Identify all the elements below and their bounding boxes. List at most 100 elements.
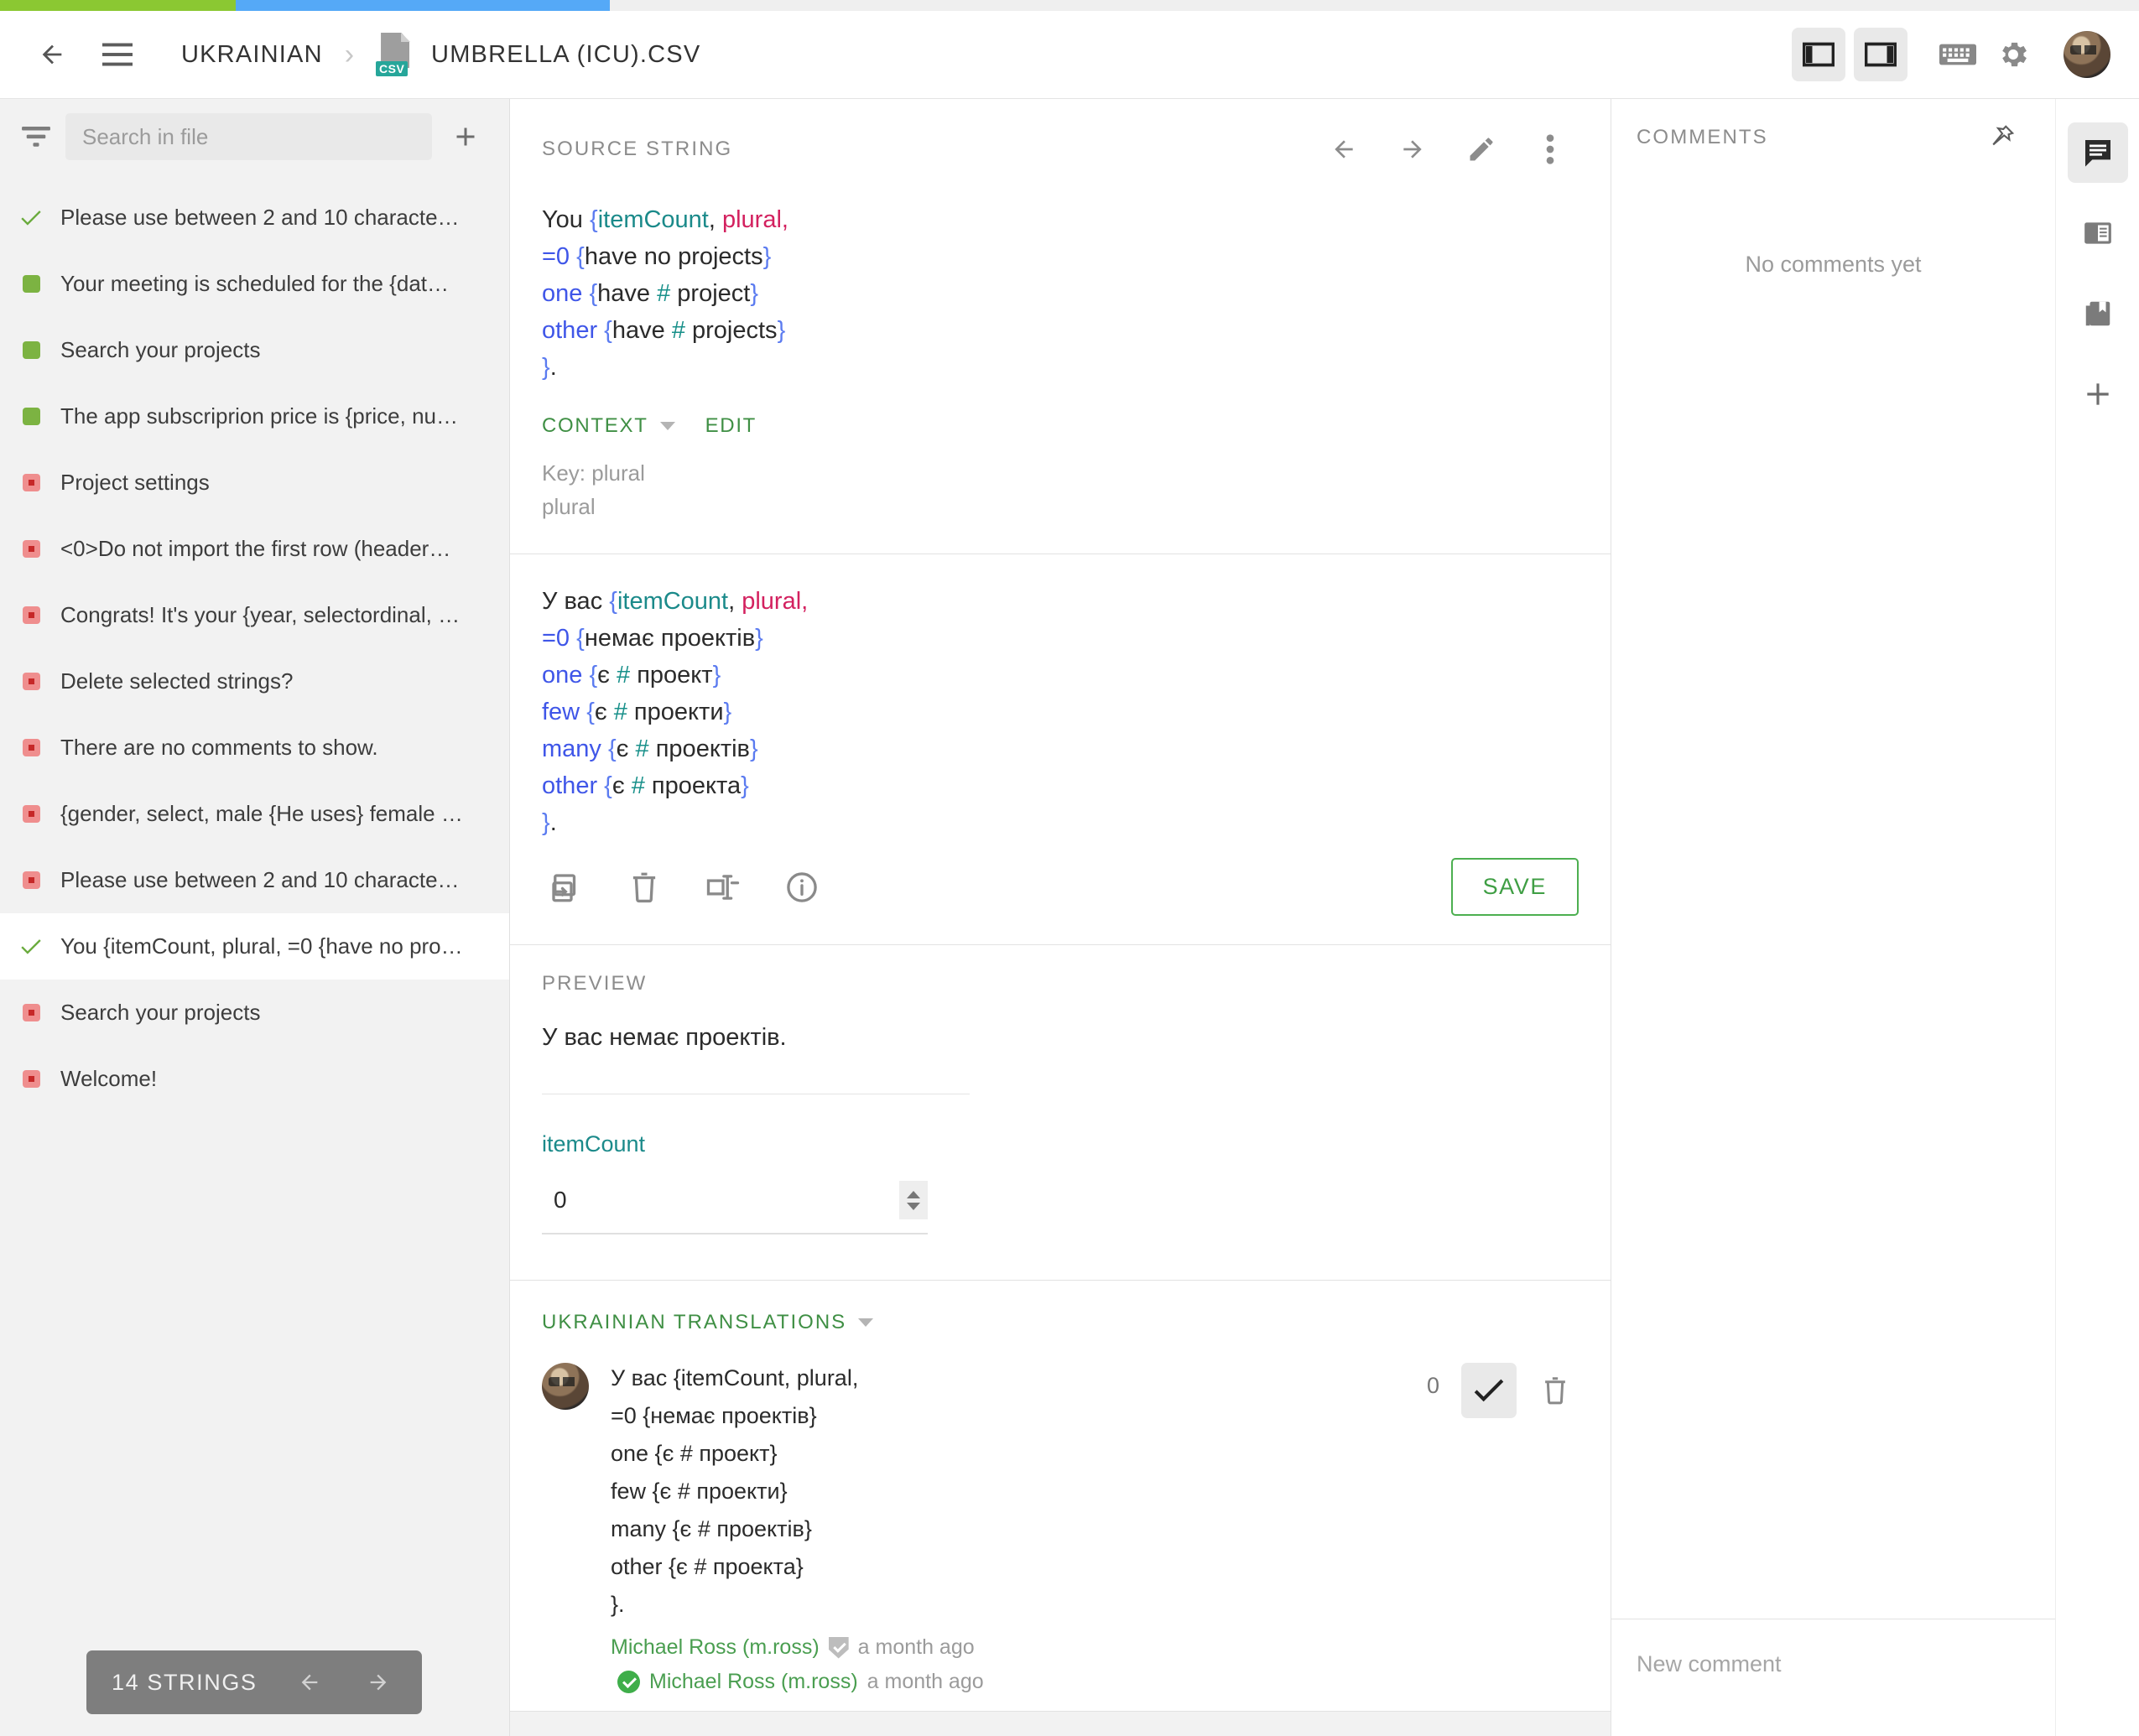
chevron-down-icon[interactable] (907, 1202, 920, 1210)
keyboard-shortcuts-button[interactable] (1934, 31, 1981, 78)
reference-panel-icon (2082, 217, 2114, 249)
chevron-down-icon[interactable] (858, 1318, 874, 1327)
new-comment-area[interactable] (1611, 1619, 2055, 1736)
status-untranslated-badge (20, 606, 42, 624)
icu-token: { (576, 243, 585, 270)
source-more-menu-button[interactable] (1527, 126, 1574, 173)
clear-translation-button[interactable] (621, 864, 668, 911)
translation-tools (542, 864, 1451, 911)
strings-pager[interactable]: 14 STRINGS (86, 1650, 422, 1714)
context-edit-button[interactable]: EDIT (705, 414, 757, 438)
search-input[interactable] (82, 123, 415, 150)
list-item[interactable]: <0>Do not import the first row (header… (0, 516, 509, 582)
icu-token: { (604, 317, 612, 344)
progress-segment-translated (235, 0, 610, 11)
icu-token: } (755, 625, 763, 652)
quantity-stepper[interactable] (899, 1181, 928, 1219)
search-input-wrapper[interactable] (65, 113, 432, 160)
icu-token: You (542, 206, 590, 233)
pencil-icon (1466, 134, 1496, 164)
glossary-bookmark-icon (2082, 298, 2114, 330)
icu-token: є (616, 735, 636, 762)
chevron-down-icon[interactable] (659, 422, 675, 430)
prev-string-button[interactable] (1320, 126, 1367, 173)
status-translated-badge (20, 341, 42, 359)
icu-line: }. (542, 349, 1577, 386)
breadcrumb-file[interactable]: UMBRELLA (ICU).CSV (431, 41, 700, 69)
list-item-label: You {itemCount, plural, =0 {have no pro… (60, 933, 463, 959)
right-panel-toggle-button[interactable] (1854, 28, 1907, 81)
list-item[interactable]: Search your projects (0, 980, 509, 1046)
back-button[interactable] (29, 31, 75, 78)
chevron-up-icon[interactable] (907, 1190, 920, 1198)
pager-next-button[interactable] (360, 1664, 397, 1701)
pin-comments-button[interactable] (1978, 114, 2025, 161)
next-string-button[interactable] (1389, 126, 1436, 173)
icu-token: have no projects (584, 243, 763, 270)
list-item[interactable]: Project settings (0, 450, 509, 516)
source-string-title: SOURCE STRING (542, 138, 733, 160)
icu-line: other {have # projects} (542, 312, 1577, 349)
delete-translation-button[interactable] (1532, 1363, 1579, 1418)
list-item[interactable]: Please use between 2 and 10 characte… (0, 185, 509, 251)
list-item[interactable]: Welcome! (0, 1046, 509, 1112)
list-item[interactable]: Delete selected strings? (0, 648, 509, 715)
translation-approver-line: Michael Ross (m.ross) a month ago (611, 1670, 1405, 1694)
list-item-label: Welcome! (60, 1066, 158, 1091)
rail-tab-glossary[interactable] (2068, 283, 2128, 344)
icu-token: { (586, 699, 595, 725)
settings-button[interactable] (1990, 31, 2037, 78)
context-toggle[interactable]: CONTEXT (542, 414, 648, 438)
translation-info-button[interactable] (778, 864, 825, 911)
edit-source-button[interactable] (1458, 126, 1505, 173)
list-item-label: Delete selected strings? (60, 668, 294, 694)
rail-tab-reference[interactable] (2068, 203, 2128, 263)
insert-placeholder-button[interactable] (700, 864, 747, 911)
strings-count-label: 14 STRINGS (112, 1669, 258, 1695)
icu-line: few {є # проекти} (542, 694, 1577, 730)
rail-tab-comments[interactable] (2067, 122, 2128, 183)
icu-token: є (597, 662, 617, 689)
icu-token: } (542, 809, 550, 836)
menu-button[interactable] (94, 31, 141, 78)
filter-button[interactable] (18, 119, 54, 154)
list-item[interactable]: Please use between 2 and 10 characte… (0, 847, 509, 913)
list-item[interactable]: You {itemCount, plural, =0 {have no pro… (0, 913, 509, 980)
list-item[interactable]: Congrats! It's your {year, selectordinal… (0, 582, 509, 648)
translation-input[interactable]: У вас {itemCount, plural, =0 {немає проек… (510, 554, 1611, 850)
preview-param-field[interactable] (542, 1176, 928, 1234)
context-key: Key: plural (542, 460, 645, 486)
strings-sidebar: Please use between 2 and 10 characte… You… (0, 99, 510, 1736)
list-item[interactable]: The app subscriprion price is {price, nu… (0, 383, 509, 450)
new-comment-input[interactable] (1637, 1651, 2030, 1677)
string-list[interactable]: Please use between 2 and 10 characte… You… (0, 174, 509, 1736)
translation-approve-time: a month ago (867, 1670, 984, 1693)
breadcrumb-language[interactable]: UKRAINIAN (181, 41, 323, 69)
translation-approver[interactable]: Michael Ross (m.ross) (649, 1670, 858, 1694)
preview-param-input[interactable] (554, 1187, 899, 1214)
icu-line: one {have # project} (542, 275, 1577, 312)
check-icon (1473, 1378, 1505, 1403)
preview-title: PREVIEW (542, 972, 648, 995)
translation-author[interactable]: Michael Ross (m.ross) (611, 1635, 820, 1660)
rail-add-button[interactable] (2068, 364, 2128, 424)
list-item[interactable]: There are no comments to show. (0, 715, 509, 781)
save-button[interactable]: SAVE (1450, 858, 1579, 916)
avatar[interactable] (2064, 31, 2110, 78)
icu-token: проекта (644, 772, 742, 799)
add-string-button[interactable] (444, 115, 487, 159)
approve-translation-button[interactable] (1461, 1363, 1517, 1418)
left-panel-toggle-button[interactable] (1792, 28, 1845, 81)
list-item[interactable]: Your meeting is scheduled for the {dat… (0, 251, 509, 317)
translation-entry-text[interactable]: У вас {itemCount, plural, =0 {немає прое… (611, 1359, 1405, 1624)
list-item[interactable]: {gender, select, male {He uses} female … (0, 781, 509, 847)
more-vertical-icon (1545, 133, 1555, 166)
icu-token: проектів (648, 735, 750, 762)
list-item[interactable]: Search your projects (0, 317, 509, 383)
top-bar: UKRAINIAN › CSV UMBRELLA (ICU).CSV (0, 11, 2139, 99)
preview-padding (510, 1234, 1611, 1280)
pager-prev-button[interactable] (291, 1664, 328, 1701)
copy-source-button[interactable] (542, 864, 589, 911)
insert-placeholder-icon (705, 870, 741, 905)
translation-entry-main: У вас {itemCount, plural, =0 {немає прое… (611, 1359, 1405, 1694)
